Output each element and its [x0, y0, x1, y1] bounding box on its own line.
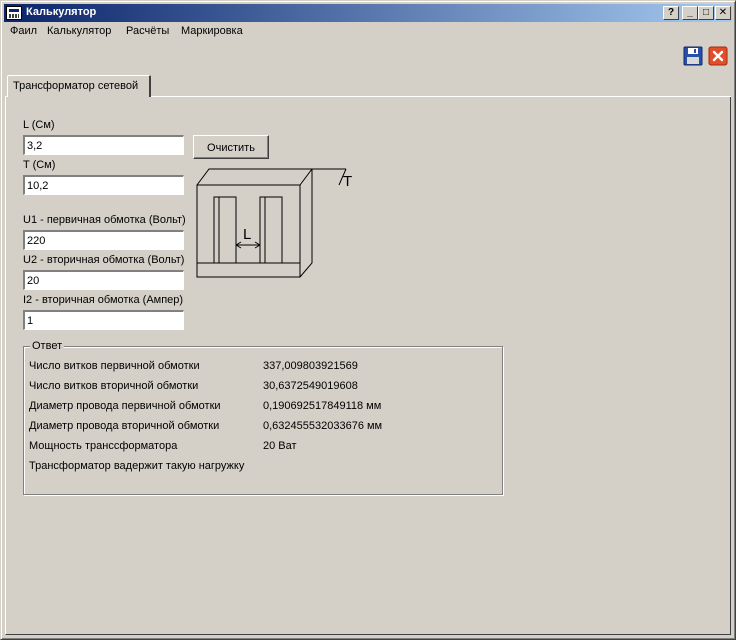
menu-calculations[interactable]: Расчёты	[126, 25, 169, 37]
secondary-turns-value: 30,6372549019608	[263, 380, 358, 392]
u1-input[interactable]	[23, 230, 184, 250]
secondary-wire-diameter-label: Диаметр провода вторичной обмотки	[29, 420, 220, 432]
menu-calculator[interactable]: Калькулятор	[47, 25, 111, 37]
secondary-turns-label: Число витков вторичной обмотки	[29, 380, 199, 392]
primary-wire-diameter-label: Диаметр провода первичной обмотки	[29, 400, 221, 412]
load-status-text: Трансформатор вадержит такую нагружку	[29, 460, 245, 472]
primary-turns-value: 337,009803921569	[263, 360, 358, 372]
l-dimension-label: L	[243, 226, 251, 243]
t-label: T (См)	[23, 159, 56, 171]
menu-file[interactable]: Фаил	[10, 25, 37, 37]
l-label: L (См)	[23, 119, 55, 131]
menu-marking[interactable]: Маркировка	[181, 25, 243, 37]
window-title: Калькулятор	[26, 6, 97, 18]
t-dimension-label: T	[343, 173, 352, 190]
power-value: 20 Ват	[263, 440, 297, 452]
app-window: Калькулятор ? _ □ ✕ Фаил Калькулятор Рас…	[0, 0, 736, 640]
exit-icon[interactable]	[708, 46, 728, 66]
help-button[interactable]: ?	[663, 6, 679, 20]
calculator-icon	[6, 6, 22, 20]
t-input[interactable]	[23, 175, 184, 195]
primary-wire-diameter-value: 0,190692517849118 мм	[263, 400, 382, 412]
floppy-disk-icon[interactable]	[683, 46, 703, 66]
secondary-wire-diameter-value: 0,632455532033676 мм	[263, 420, 383, 432]
menu-bar: Фаил Калькулятор Расчёты Маркировка	[4, 23, 732, 41]
clear-button[interactable]: Очистить	[193, 135, 269, 159]
title-bar[interactable]: Калькулятор ? _ □ ✕	[4, 4, 732, 22]
transformer-core-diagram: T L	[196, 168, 352, 278]
power-label: Мощность трансcформатора	[29, 440, 178, 452]
primary-turns-label: Число витков первичной обмотки	[29, 360, 200, 372]
minimize-button[interactable]: _	[682, 6, 698, 20]
i2-label: I2 - вторичная обмотка (Ампер)	[23, 294, 184, 306]
answer-group-title: Ответ	[30, 340, 65, 352]
u2-input[interactable]	[23, 270, 184, 290]
i2-input[interactable]	[23, 310, 184, 330]
l-input[interactable]	[23, 135, 184, 155]
maximize-button[interactable]: □	[698, 6, 714, 20]
u2-label: U2 - вторичная обмотка (Вольт)	[23, 254, 185, 266]
u1-label: U1 - первичная обмотка (Вольт)	[23, 214, 186, 226]
tab-transformer[interactable]: Трансформатор сетевой	[7, 75, 151, 97]
close-button[interactable]: ✕	[715, 6, 731, 20]
